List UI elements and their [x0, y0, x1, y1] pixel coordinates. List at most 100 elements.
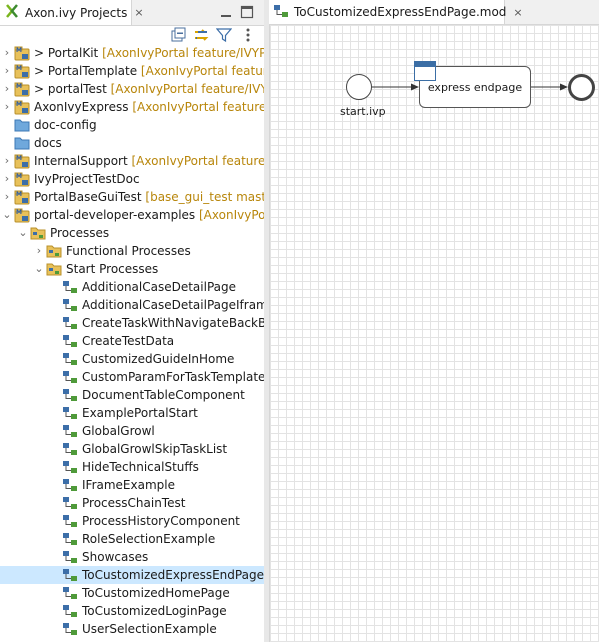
chevron-right-icon[interactable]: ›: [2, 98, 12, 116]
collapse-all-icon[interactable]: [170, 27, 186, 43]
link-with-editor-icon[interactable]: [193, 27, 209, 43]
tree-item[interactable]: › M PortalBaseGuiTest [base_gui_test maste…: [0, 188, 264, 206]
tree-item[interactable]: UserSelectionExample: [0, 620, 264, 638]
tree-item[interactable]: ToCustomizedHomePage: [0, 584, 264, 602]
process-icon: [62, 495, 78, 511]
chevron-down-icon[interactable]: ⌄: [2, 206, 12, 224]
tree-item-label: > portalTest: [34, 82, 107, 96]
process-icon: [62, 549, 78, 565]
tree-item-label: ExamplePortalStart: [82, 406, 198, 420]
project-tree: › M > PortalKit [AxonIvyPortal feature/IVY…: [0, 44, 264, 642]
tree-item[interactable]: GlobalGrowl: [0, 422, 264, 440]
tree-item[interactable]: AdditionalCaseDetailPage: [0, 278, 264, 296]
process-icon: [62, 459, 78, 475]
view-menu-icon[interactable]: [240, 27, 256, 43]
tree-item-decoration: [base_gui_test master]: [145, 190, 264, 204]
tree-item[interactable]: › Functional Processes: [0, 242, 264, 260]
tree-item-label: Start Processes: [66, 262, 159, 276]
process-folder-icon: [46, 243, 62, 259]
tree-item[interactable]: ProcessHistoryComponent: [0, 512, 264, 530]
tree-item-label: Functional Processes: [66, 244, 191, 258]
tree-item-label: ToCustomizedExpressEndPage: [82, 568, 264, 582]
tree-item[interactable]: › M InternalSupport [AxonIvyPortal feature…: [0, 152, 264, 170]
tree-item-label: GlobalGrowl: [82, 424, 155, 438]
process-element-label: express endpage: [427, 80, 523, 94]
process-icon: [62, 387, 78, 403]
end-event[interactable]: [568, 74, 595, 101]
tree-item[interactable]: ToCustomizedExpressEndPage: [0, 566, 264, 584]
project-icon: M: [14, 81, 30, 97]
tree-item[interactable]: ⌄ Mportal-developer-examples [AxonIvyPort…: [0, 206, 264, 224]
chevron-right-icon[interactable]: ›: [2, 44, 12, 62]
svg-text:M: M: [16, 65, 22, 72]
tree-item[interactable]: ⌄ Start Processes: [0, 260, 264, 278]
svg-text:M: M: [16, 191, 22, 198]
close-icon[interactable]: ×: [513, 6, 522, 19]
chevron-down-icon[interactable]: ⌄: [18, 224, 28, 242]
tree-item-decoration: [AxonIvyPortal feature/IVYPORT: [102, 46, 264, 60]
tree-item-label: RoleSelectionExample: [82, 532, 216, 546]
diagram-canvas[interactable]: start.ivp express endpage: [269, 25, 599, 642]
tree-item[interactable]: Showcases: [0, 548, 264, 566]
tree-item[interactable]: ProcessChainTest: [0, 494, 264, 512]
tree-item[interactable]: DocumentTableComponent: [0, 386, 264, 404]
close-icon[interactable]: ×: [134, 6, 143, 19]
arrowhead: [411, 83, 419, 91]
tree-item[interactable]: CreateTaskWithNavigateBackButt: [0, 314, 264, 332]
process-icon: [62, 585, 78, 601]
tree-item-label: Processes: [50, 226, 110, 240]
svg-text:M: M: [16, 209, 22, 216]
tree-item[interactable]: › M AxonIvyExpress [AxonIvyPortal feature/…: [0, 98, 264, 116]
svg-text:M: M: [16, 47, 22, 54]
tree-item[interactable]: ExamplePortalStart: [0, 404, 264, 422]
process-icon: [62, 441, 78, 457]
tree-item-label: PortalBaseGuiTest: [34, 190, 142, 204]
tree-item-decoration: [AxonIvyPortal feature/IVYPOR: [110, 82, 264, 96]
folder-icon: [14, 117, 30, 133]
tab-axon-ivy-projects[interactable]: Axon.ivy Projects ×: [0, 0, 144, 25]
chevron-right-icon[interactable]: ›: [2, 152, 12, 170]
chevron-right-icon[interactable]: ›: [2, 170, 12, 188]
projects-tab-label: Axon.ivy Projects: [25, 5, 128, 20]
tree-item[interactable]: › M > portalTest [AxonIvyPortal feature/IV…: [0, 80, 264, 98]
tree-item-label: HideTechnicalStuffs: [82, 460, 199, 474]
tree-item[interactable]: › M > PortalKit [AxonIvyPortal feature/IVY…: [0, 44, 264, 62]
editor-tabbar: ToCustomizedExpressEndPage.mod ×: [269, 0, 599, 25]
project-icon: M: [14, 45, 30, 61]
tree-item[interactable]: ToCustomizedLoginPage: [0, 602, 264, 620]
chevron-right-icon[interactable]: ›: [2, 62, 12, 80]
process-icon: [62, 279, 78, 295]
process-icon: [62, 333, 78, 349]
tree-item[interactable]: › M IvyProjectTestDoc: [0, 170, 264, 188]
tree-item[interactable]: docs: [0, 134, 264, 152]
filter-icon[interactable]: [215, 27, 233, 43]
svg-text:M: M: [16, 83, 22, 90]
chevron-right-icon[interactable]: ›: [2, 80, 12, 98]
start-event[interactable]: [346, 74, 372, 100]
process-icon: [62, 297, 78, 313]
tree-item-label: UserSelectionExample: [82, 622, 217, 636]
tree-item[interactable]: CustomParamForTaskTemplates: [0, 368, 264, 386]
dialog-process-element[interactable]: express endpage: [414, 61, 531, 108]
tree-item[interactable]: HideTechnicalStuffs: [0, 458, 264, 476]
start-event-label: start.ivp: [340, 105, 386, 118]
tree-item[interactable]: IFrameExample: [0, 476, 264, 494]
tree-item[interactable]: AdditionalCaseDetailPageIframe: [0, 296, 264, 314]
minimize-icon[interactable]: [219, 5, 233, 19]
tree-item[interactable]: GlobalGrowlSkipTaskList: [0, 440, 264, 458]
chevron-right-icon[interactable]: ›: [34, 242, 44, 260]
tree-item[interactable]: RoleSelectionExample: [0, 530, 264, 548]
chevron-right-icon[interactable]: ›: [2, 188, 12, 206]
tree-item[interactable]: ⌄ Processes: [0, 224, 264, 242]
maximize-icon[interactable]: [240, 5, 254, 19]
tree-item[interactable]: CustomizedGuideInHome: [0, 350, 264, 368]
tree-item-label: DocumentTableComponent: [82, 388, 245, 402]
tree-item[interactable]: › M > PortalTemplate [AxonIvyPortal featur…: [0, 62, 264, 80]
tab-process-model[interactable]: ToCustomizedExpressEndPage.mod ×: [269, 0, 523, 24]
tree-item[interactable]: CreateTestData: [0, 332, 264, 350]
process-icon: [62, 405, 78, 421]
tree-item-decoration: [AxonIvyPortal: [199, 208, 264, 222]
tree-item[interactable]: doc-config: [0, 116, 264, 134]
process-icon: [62, 351, 78, 367]
chevron-down-icon[interactable]: ⌄: [34, 260, 44, 278]
